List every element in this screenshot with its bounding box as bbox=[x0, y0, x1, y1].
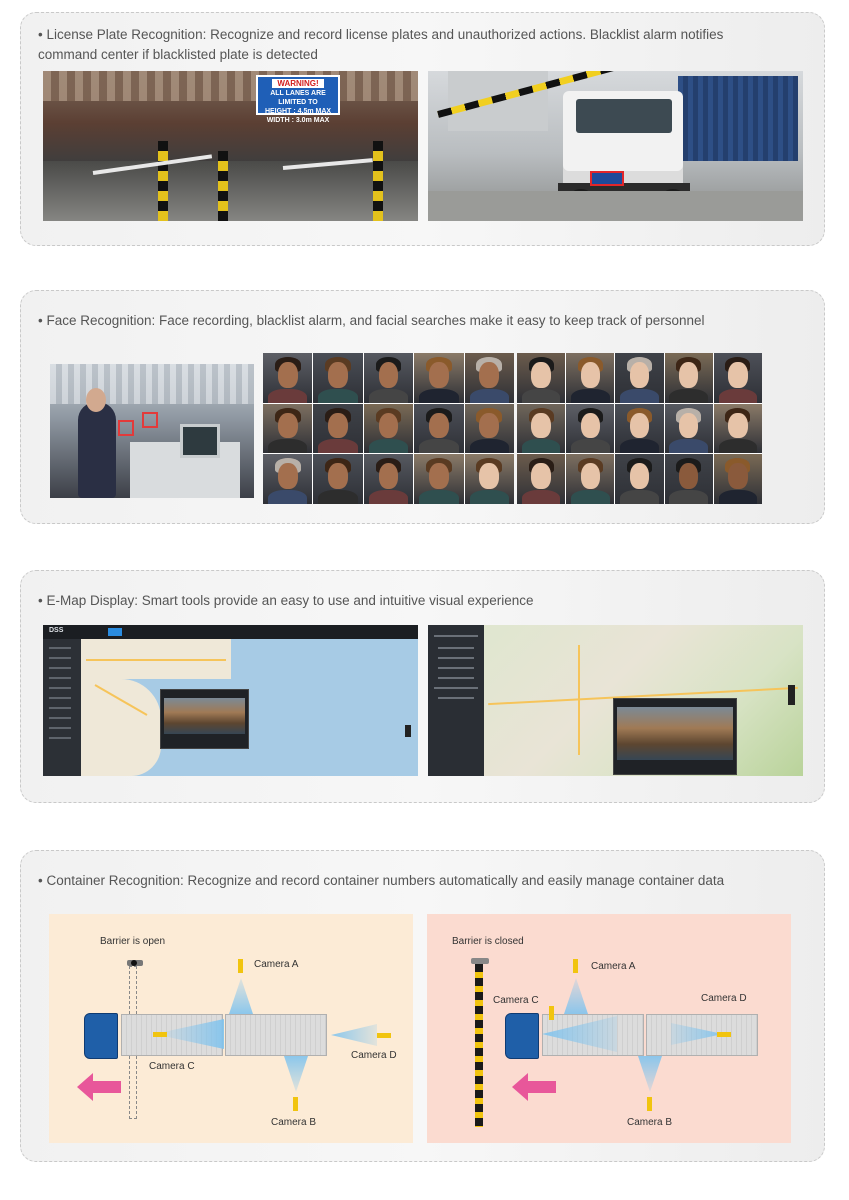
face-thumbnail bbox=[566, 353, 615, 403]
camera-d-beam bbox=[331, 1024, 377, 1046]
face-thumbnail bbox=[263, 353, 313, 403]
camera-b bbox=[293, 1097, 298, 1111]
face-thumbnail bbox=[414, 454, 464, 504]
emap-screenshot-left: DSS bbox=[43, 625, 418, 776]
face-thumbnail bbox=[363, 403, 414, 454]
face-thumbnail bbox=[464, 454, 514, 504]
face-thumbnail bbox=[464, 403, 514, 454]
warning-sign: WARNING! ALL LANES ARE LIMITED TO HEIGHT… bbox=[256, 75, 340, 124]
face-recognition-description: • Face Recognition: Face recording, blac… bbox=[38, 313, 705, 328]
face-thumbnail bbox=[664, 403, 713, 454]
face-thumbnail bbox=[615, 454, 664, 504]
checkpoint-photo bbox=[50, 364, 254, 498]
camera-d bbox=[717, 1032, 731, 1037]
face-detection-box bbox=[118, 420, 134, 436]
face-thumbnail bbox=[363, 353, 414, 403]
zoom-control[interactable] bbox=[405, 725, 411, 737]
container-recognition-description: • Container Recognition: Recognize and r… bbox=[38, 873, 725, 888]
face-detection-box bbox=[142, 412, 158, 428]
camera-c bbox=[549, 1006, 554, 1020]
zoom-control[interactable] bbox=[788, 685, 795, 705]
face-thumbnail bbox=[566, 403, 615, 454]
video-popup[interactable] bbox=[613, 698, 737, 775]
direction-arrow-icon bbox=[512, 1073, 556, 1101]
barrier-open-title: Barrier is open bbox=[100, 936, 166, 947]
emap-description: • E-Map Display: Smart tools provide an … bbox=[38, 593, 534, 608]
camera-c bbox=[153, 1032, 167, 1037]
truck-barrier-photo bbox=[428, 71, 803, 221]
face-thumbnail bbox=[615, 403, 664, 454]
face-thumbnail bbox=[664, 353, 713, 403]
camera-a bbox=[573, 959, 578, 973]
face-thumbnail bbox=[713, 353, 762, 403]
toll-gate-photo: WARNING! ALL LANES ARE LIMITED TO HEIGHT… bbox=[43, 71, 418, 221]
barrier-closed-title: Barrier is closed bbox=[452, 936, 524, 947]
face-thumbnail bbox=[464, 353, 514, 403]
face-thumbnail bbox=[313, 403, 363, 454]
face-thumbnail bbox=[414, 403, 464, 454]
camera-d bbox=[377, 1033, 391, 1038]
container-recognition-card: • Container Recognition: Recognize and r… bbox=[20, 850, 825, 1162]
camera-a bbox=[238, 959, 243, 973]
license-plate-card: • License Plate Recognition: Recognize a… bbox=[20, 12, 825, 246]
barrier-open-diagram: Barrier is open Camera C Camera A Camera… bbox=[49, 914, 413, 1143]
face-thumbnail bbox=[713, 403, 762, 454]
face-thumbnail bbox=[263, 454, 313, 504]
face-thumbnail bbox=[566, 454, 615, 504]
license-plate-highlight bbox=[590, 171, 624, 186]
face-recognition-card: • Face Recognition: Face recording, blac… bbox=[20, 290, 825, 524]
face-thumbnail bbox=[263, 403, 313, 454]
camera-b-beam bbox=[284, 1056, 308, 1092]
face-thumbnail bbox=[313, 454, 363, 504]
face-thumbnail bbox=[363, 454, 414, 504]
face-thumbnail bbox=[713, 454, 762, 504]
direction-arrow-icon bbox=[77, 1073, 121, 1101]
camera-b bbox=[647, 1097, 652, 1111]
face-thumbnail bbox=[517, 403, 566, 454]
camera-b-beam bbox=[638, 1056, 662, 1092]
license-plate-description: • License Plate Recognition: Recognize a… bbox=[38, 27, 724, 62]
camera-a-beam bbox=[564, 978, 588, 1014]
face-gallery-left bbox=[263, 353, 514, 504]
face-thumbnail bbox=[517, 353, 566, 403]
face-thumbnail bbox=[664, 454, 713, 504]
face-thumbnail bbox=[414, 353, 464, 403]
video-popup[interactable] bbox=[160, 689, 249, 749]
face-thumbnail bbox=[313, 353, 363, 403]
emap-card: • E-Map Display: Smart tools provide an … bbox=[20, 570, 825, 803]
barrier-closed-diagram: Barrier is closed Camera C Camera A Came… bbox=[427, 914, 791, 1143]
face-gallery-right bbox=[517, 353, 762, 504]
camera-a-beam bbox=[229, 978, 253, 1014]
face-thumbnail bbox=[517, 454, 566, 504]
barrier-pole bbox=[475, 964, 483, 1127]
device-tree[interactable] bbox=[428, 625, 484, 776]
face-thumbnail bbox=[615, 353, 664, 403]
emap-screenshot-right bbox=[428, 625, 803, 776]
